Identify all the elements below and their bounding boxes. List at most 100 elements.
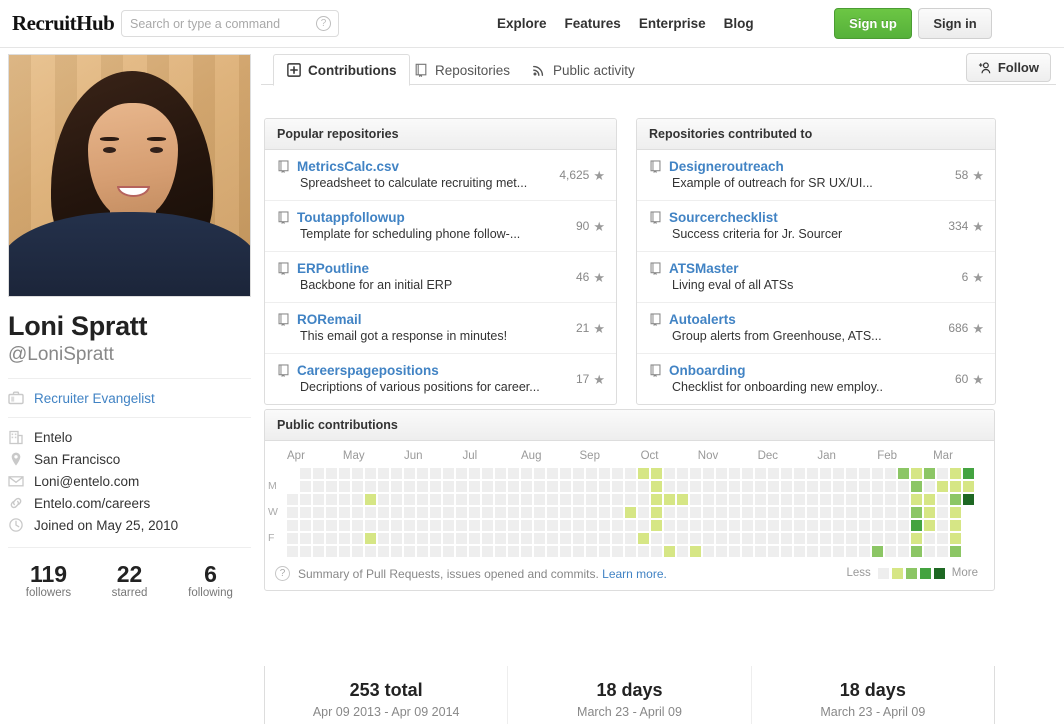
contribution-cell[interactable]	[820, 494, 831, 505]
contribution-cell[interactable]	[625, 468, 636, 479]
contribution-cell[interactable]	[677, 468, 688, 479]
contribution-cell[interactable]	[495, 520, 506, 531]
contribution-cell[interactable]	[612, 481, 623, 492]
contribution-cell[interactable]	[872, 481, 883, 492]
contribution-cell[interactable]	[833, 507, 844, 518]
contribution-cell[interactable]	[482, 494, 493, 505]
contribution-cell[interactable]	[417, 507, 428, 518]
contribution-cell[interactable]	[560, 520, 571, 531]
contribution-cell[interactable]	[417, 468, 428, 479]
contribution-cell[interactable]	[716, 494, 727, 505]
contribution-cell[interactable]	[781, 494, 792, 505]
contribution-cell[interactable]	[560, 507, 571, 518]
repo-link[interactable]: RORemail	[277, 312, 604, 327]
contribution-heatmap[interactable]: M W F	[268, 468, 994, 560]
contribution-cell[interactable]	[703, 546, 714, 557]
contribution-cell[interactable]	[625, 507, 636, 518]
contribution-cell[interactable]	[300, 520, 311, 531]
contribution-cell[interactable]	[456, 481, 467, 492]
contribution-cell[interactable]	[911, 520, 922, 531]
contribution-cell[interactable]	[833, 481, 844, 492]
contribution-cell[interactable]	[768, 468, 779, 479]
contribution-cell[interactable]	[651, 533, 662, 544]
contribution-cell[interactable]	[417, 520, 428, 531]
contribution-cell[interactable]	[287, 507, 298, 518]
contribution-cell[interactable]	[625, 533, 636, 544]
contribution-cell[interactable]	[534, 533, 545, 544]
contribution-cell[interactable]	[612, 520, 623, 531]
contribution-cell[interactable]	[625, 546, 636, 557]
contribution-cell[interactable]	[924, 546, 935, 557]
contribution-cell[interactable]	[521, 507, 532, 518]
contribution-cell[interactable]	[651, 546, 662, 557]
contribution-cell[interactable]	[898, 468, 909, 479]
contribution-cell[interactable]	[287, 494, 298, 505]
contribution-cell[interactable]	[378, 533, 389, 544]
contribution-cell[interactable]	[586, 533, 597, 544]
contribution-cell[interactable]	[313, 546, 324, 557]
contribution-cell[interactable]	[950, 481, 961, 492]
contribution-cell[interactable]	[469, 468, 480, 479]
contribution-cell[interactable]	[716, 507, 727, 518]
contribution-cell[interactable]	[404, 546, 415, 557]
repo-link[interactable]: Careerspagepositions	[277, 363, 604, 378]
contribution-cell[interactable]	[729, 546, 740, 557]
contribution-cell[interactable]	[820, 468, 831, 479]
contribution-cell[interactable]	[482, 481, 493, 492]
stat-following[interactable]: 6 following	[170, 562, 251, 599]
contribution-cell[interactable]	[807, 481, 818, 492]
contribution-cell[interactable]	[560, 533, 571, 544]
contribution-cell[interactable]	[859, 468, 870, 479]
contribution-cell[interactable]	[365, 494, 376, 505]
contribution-cell[interactable]	[781, 533, 792, 544]
contribution-cell[interactable]	[586, 507, 597, 518]
contribution-cell[interactable]	[599, 546, 610, 557]
contribution-cell[interactable]	[521, 481, 532, 492]
contribution-cell[interactable]	[703, 533, 714, 544]
contribution-cell[interactable]	[365, 520, 376, 531]
contribution-cell[interactable]	[547, 520, 558, 531]
contribution-cell[interactable]	[326, 533, 337, 544]
contribution-cell[interactable]	[586, 494, 597, 505]
contribution-cell[interactable]	[404, 481, 415, 492]
contribution-cell[interactable]	[859, 520, 870, 531]
contribution-cell[interactable]	[456, 507, 467, 518]
meta-text-email[interactable]: Loni@entelo.com	[34, 474, 139, 489]
contribution-cell[interactable]	[794, 533, 805, 544]
contribution-cell[interactable]	[560, 546, 571, 557]
contribution-cell[interactable]	[664, 533, 675, 544]
contribution-cell[interactable]	[872, 520, 883, 531]
learn-more-link[interactable]: Learn more.	[602, 567, 667, 581]
contribution-cell[interactable]	[781, 481, 792, 492]
contribution-cell[interactable]	[677, 481, 688, 492]
contribution-cell[interactable]	[781, 546, 792, 557]
contribution-cell[interactable]	[404, 494, 415, 505]
contribution-cell[interactable]	[742, 507, 753, 518]
contribution-cell[interactable]	[586, 468, 597, 479]
contribution-cell[interactable]	[287, 520, 298, 531]
contribution-cell[interactable]	[300, 533, 311, 544]
contribution-cell[interactable]	[352, 481, 363, 492]
contribution-cell[interactable]	[625, 481, 636, 492]
repo-link[interactable]: Toutappfollowup	[277, 210, 604, 225]
contribution-cell[interactable]	[742, 520, 753, 531]
contribution-cell[interactable]	[638, 481, 649, 492]
sign-in-button[interactable]: Sign in	[918, 8, 992, 39]
contribution-cell[interactable]	[885, 546, 896, 557]
contribution-cell[interactable]	[885, 468, 896, 479]
contribution-cell[interactable]	[495, 507, 506, 518]
contribution-cell[interactable]	[612, 546, 623, 557]
contribution-cell[interactable]	[768, 546, 779, 557]
contribution-cell[interactable]	[287, 546, 298, 557]
contribution-cell[interactable]	[534, 468, 545, 479]
contribution-cell[interactable]	[612, 494, 623, 505]
contribution-cell[interactable]	[417, 533, 428, 544]
contribution-cell[interactable]	[690, 520, 701, 531]
contribution-cell[interactable]	[937, 481, 948, 492]
contribution-cell[interactable]	[339, 468, 350, 479]
contribution-cell[interactable]	[339, 494, 350, 505]
search-input[interactable]	[122, 11, 312, 36]
contribution-cell[interactable]	[482, 507, 493, 518]
contribution-cell[interactable]	[625, 520, 636, 531]
contribution-cell[interactable]	[924, 507, 935, 518]
